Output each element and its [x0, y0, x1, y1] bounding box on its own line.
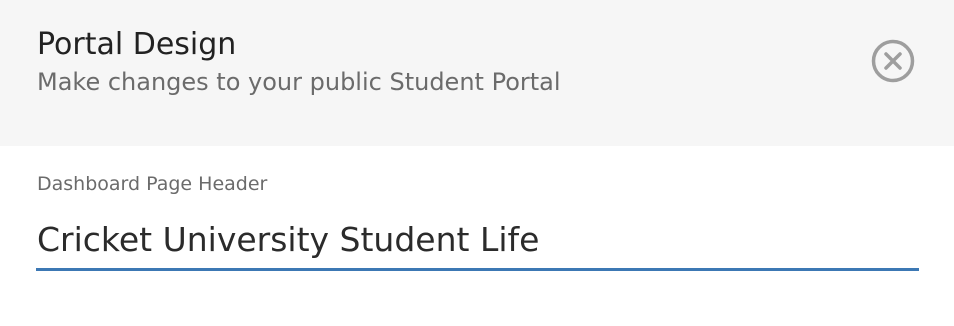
panel-title: Portal Design — [37, 27, 237, 62]
dashboard-header-label: Dashboard Page Header — [37, 173, 268, 195]
dashboard-header-input[interactable] — [36, 210, 919, 271]
close-button[interactable] — [870, 38, 916, 84]
close-circle-icon — [871, 39, 915, 83]
panel-subtitle: Make changes to your public Student Port… — [37, 68, 561, 96]
portal-design-panel: Portal Design Make changes to your publi… — [0, 0, 954, 326]
panel-header: Portal Design Make changes to your publi… — [0, 0, 954, 146]
